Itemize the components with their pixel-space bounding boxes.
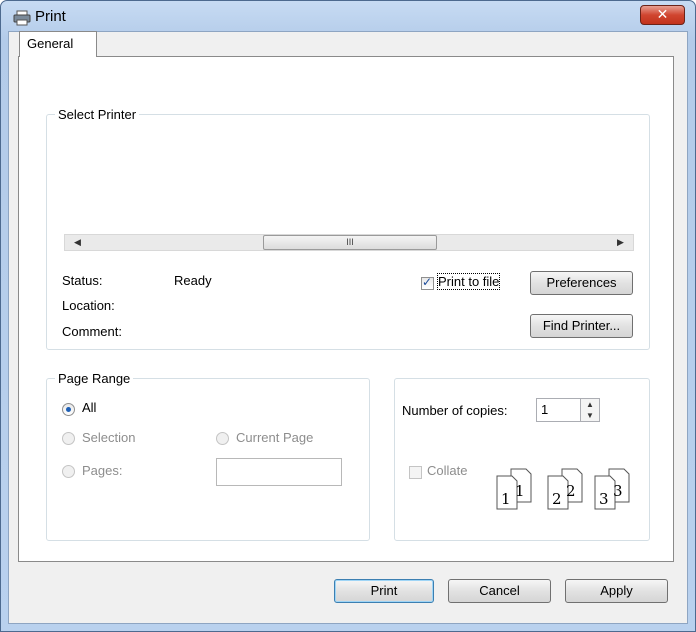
tab-general[interactable]: General xyxy=(19,31,97,57)
scroll-right-icon[interactable]: ▶ xyxy=(612,235,629,250)
collate-label[interactable]: Collate xyxy=(427,463,467,478)
number-of-copies-label: Number of copies: xyxy=(402,403,508,418)
printer-icon xyxy=(13,10,31,26)
collate-page-2a: 2 xyxy=(552,490,562,508)
collate-page-1a: 1 xyxy=(501,490,511,508)
radio-current-page[interactable] xyxy=(216,432,229,445)
radio-current-page-label[interactable]: Current Page xyxy=(236,430,313,445)
collate-pages-icon: 1 1 2 2 3 3 xyxy=(496,468,630,510)
close-icon: ✕ xyxy=(656,6,669,22)
collate-checkbox[interactable] xyxy=(409,466,422,479)
copies-spinner[interactable]: ▲ ▼ xyxy=(580,398,600,422)
radio-all-label[interactable]: All xyxy=(82,400,96,415)
spin-down-icon[interactable]: ▼ xyxy=(581,410,599,421)
location-label: Location: xyxy=(62,298,115,313)
pages-input[interactable] xyxy=(216,458,342,486)
preferences-button[interactable]: Preferences xyxy=(530,271,633,295)
radio-selection-label[interactable]: Selection xyxy=(82,430,135,445)
radio-pages[interactable] xyxy=(62,465,75,478)
cancel-button[interactable]: Cancel xyxy=(448,579,551,603)
print-to-file-checkbox[interactable] xyxy=(421,275,434,290)
copies-input[interactable]: 1 xyxy=(536,398,581,422)
close-button[interactable]: ✕ xyxy=(640,5,685,25)
page-range-group: Page Range xyxy=(46,371,370,541)
printer-list[interactable] xyxy=(64,130,634,234)
status-label: Status: xyxy=(62,273,103,288)
comment-label: Comment: xyxy=(62,324,122,339)
radio-selection[interactable] xyxy=(62,432,75,445)
printer-list-scrollbar[interactable]: ◀ III ▶ xyxy=(64,234,634,251)
collate-page-1b: 1 xyxy=(515,482,525,500)
radio-all[interactable] xyxy=(62,403,75,416)
scroll-thumb[interactable]: III xyxy=(263,235,437,250)
print-to-file-label[interactable]: Print to file xyxy=(436,273,501,290)
radio-pages-label[interactable]: Pages: xyxy=(82,463,122,478)
collate-page-2b: 2 xyxy=(566,482,576,500)
find-printer-button[interactable]: Find Printer... xyxy=(530,314,633,338)
collate-page-3a: 3 xyxy=(599,490,609,508)
scroll-grip-icon: III xyxy=(346,237,354,247)
apply-button[interactable]: Apply xyxy=(565,579,668,603)
collate-page-3b: 3 xyxy=(613,482,623,500)
spin-up-icon[interactable]: ▲ xyxy=(581,399,599,410)
window-title: Print xyxy=(35,8,66,25)
print-button[interactable]: Print xyxy=(334,579,434,603)
page-range-legend: Page Range xyxy=(58,371,131,386)
select-printer-legend: Select Printer xyxy=(58,107,137,122)
status-value: Ready xyxy=(174,273,212,288)
scroll-left-icon[interactable]: ◀ xyxy=(69,235,86,250)
title-bar[interactable]: Print ✕ xyxy=(1,1,695,33)
